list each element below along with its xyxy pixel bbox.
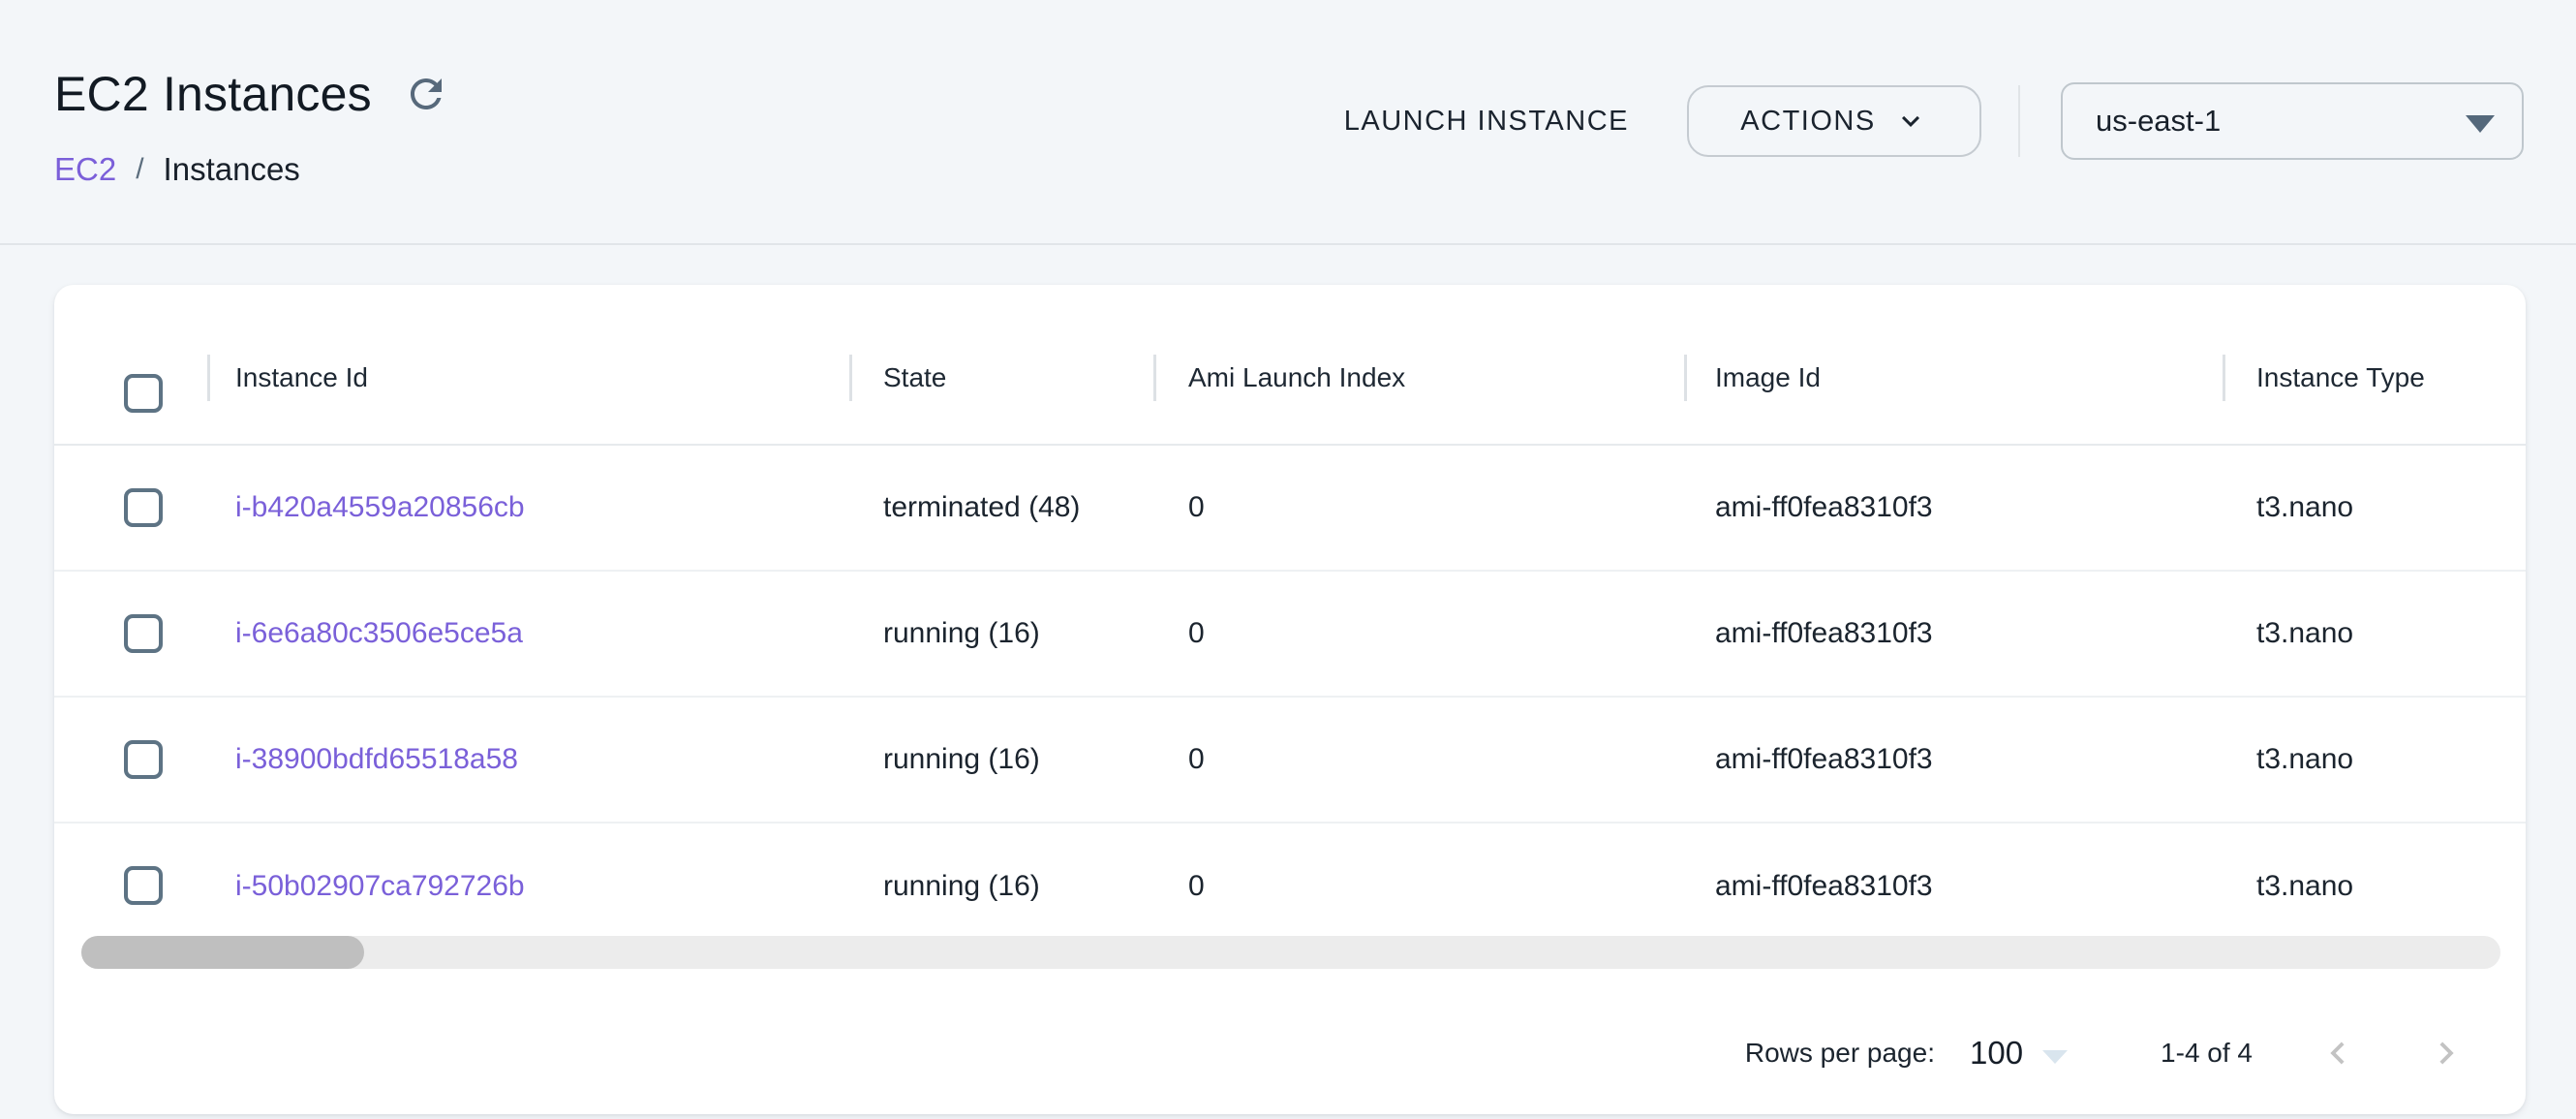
page: { "header": { "title": "EC2 Instances", … [0, 0, 2576, 1119]
page-header: EC2 Instances EC2 / Instances LAUNCH INS… [0, 0, 2576, 245]
instances-table-card: Instance Id State Ami Launch Index Image… [54, 285, 2526, 1114]
table-row: i-6e6a80c3506e5ce5a running (16) 0 ami-f… [54, 572, 2526, 698]
header-divider [2018, 85, 2020, 157]
next-page-button[interactable] [2423, 1030, 2469, 1076]
table-row: i-50b02907ca792726b running (16) 0 ami-f… [54, 824, 2526, 949]
image-id-cell: ami-ff0fea8310f3 [1715, 743, 1933, 776]
breadcrumb-separator: / [136, 153, 143, 186]
ami-launch-index-cell: 0 [1188, 870, 1205, 903]
column-header-instance-type[interactable]: Instance Type [2256, 362, 2425, 393]
breadcrumb-link-ec2[interactable]: EC2 [54, 151, 116, 188]
column-header-image-id[interactable]: Image Id [1715, 362, 1821, 393]
column-header-instance-id[interactable]: Instance Id [235, 362, 368, 393]
horizontal-scrollbar-thumb[interactable] [81, 936, 364, 969]
instance-type-cell: t3.nano [2256, 617, 2353, 650]
row-checkbox[interactable] [124, 488, 163, 527]
table-header-row: Instance Id State Ami Launch Index Image… [54, 285, 2526, 446]
instance-id-link[interactable]: i-38900bdfd65518a58 [235, 743, 518, 776]
select-all-checkbox[interactable] [124, 374, 163, 413]
breadcrumb: EC2 / Instances [54, 151, 300, 188]
instance-type-cell: t3.nano [2256, 870, 2353, 903]
pagination-range: 1-4 of 4 [2161, 1038, 2253, 1069]
launch-instance-button[interactable]: LAUNCH INSTANCE [1336, 92, 1637, 151]
state-cell: running (16) [883, 743, 1040, 776]
header-actions: LAUNCH INSTANCE ACTIONS us-east-1 [1336, 82, 2524, 160]
state-cell: terminated (48) [883, 491, 1080, 524]
rows-per-page-select[interactable]: 100 [1970, 1035, 2068, 1072]
chevron-down-icon [1893, 104, 1928, 139]
row-checkbox[interactable] [124, 614, 163, 653]
image-id-cell: ami-ff0fea8310f3 [1715, 491, 1933, 524]
row-checkbox[interactable] [124, 740, 163, 779]
instance-id-link[interactable]: i-6e6a80c3506e5ce5a [235, 617, 523, 650]
horizontal-scrollbar-track[interactable] [81, 936, 2500, 969]
instance-id-link[interactable]: i-50b02907ca792726b [235, 870, 525, 903]
region-select[interactable]: us-east-1 [2061, 82, 2524, 160]
ami-launch-index-cell: 0 [1188, 617, 1205, 650]
column-separator [2223, 355, 2225, 401]
table-row: i-38900bdfd65518a58 running (16) 0 ami-f… [54, 698, 2526, 824]
caret-down-icon [2466, 115, 2495, 133]
refresh-button[interactable] [401, 69, 451, 119]
state-cell: running (16) [883, 617, 1040, 650]
instance-type-cell: t3.nano [2256, 491, 2353, 524]
row-checkbox[interactable] [124, 866, 163, 905]
page-title: EC2 Instances [54, 66, 372, 122]
pagination: Rows per page: 100 1-4 of 4 [1745, 1019, 2469, 1087]
image-id-cell: ami-ff0fea8310f3 [1715, 870, 1933, 903]
actions-button-label: ACTIONS [1740, 106, 1875, 138]
actions-button[interactable]: ACTIONS [1687, 85, 1981, 157]
instance-type-cell: t3.nano [2256, 743, 2353, 776]
table-body: i-b420a4559a20856cb terminated (48) 0 am… [54, 446, 2526, 949]
instance-id-link[interactable]: i-b420a4559a20856cb [235, 491, 525, 524]
column-header-state[interactable]: State [883, 362, 946, 393]
previous-page-button[interactable] [2315, 1030, 2361, 1076]
rows-per-page-label: Rows per page: [1745, 1038, 1935, 1069]
state-cell: running (16) [883, 870, 1040, 903]
breadcrumb-current: Instances [164, 151, 300, 188]
chevron-right-icon [2424, 1031, 2469, 1075]
region-select-value: us-east-1 [2096, 104, 2221, 139]
chevron-left-icon [2315, 1031, 2360, 1075]
image-id-cell: ami-ff0fea8310f3 [1715, 617, 1933, 650]
column-header-ami-launch-index[interactable]: Ami Launch Index [1188, 362, 1405, 393]
column-separator [1684, 355, 1687, 401]
column-separator [1153, 355, 1156, 401]
ami-launch-index-cell: 0 [1188, 491, 1205, 524]
column-separator [849, 355, 852, 401]
table-row: i-b420a4559a20856cb terminated (48) 0 am… [54, 446, 2526, 572]
caret-down-icon [2042, 1050, 2068, 1064]
column-separator [207, 355, 210, 401]
rows-per-page-value: 100 [1970, 1035, 2023, 1072]
refresh-icon [403, 71, 449, 117]
ami-launch-index-cell: 0 [1188, 743, 1205, 776]
